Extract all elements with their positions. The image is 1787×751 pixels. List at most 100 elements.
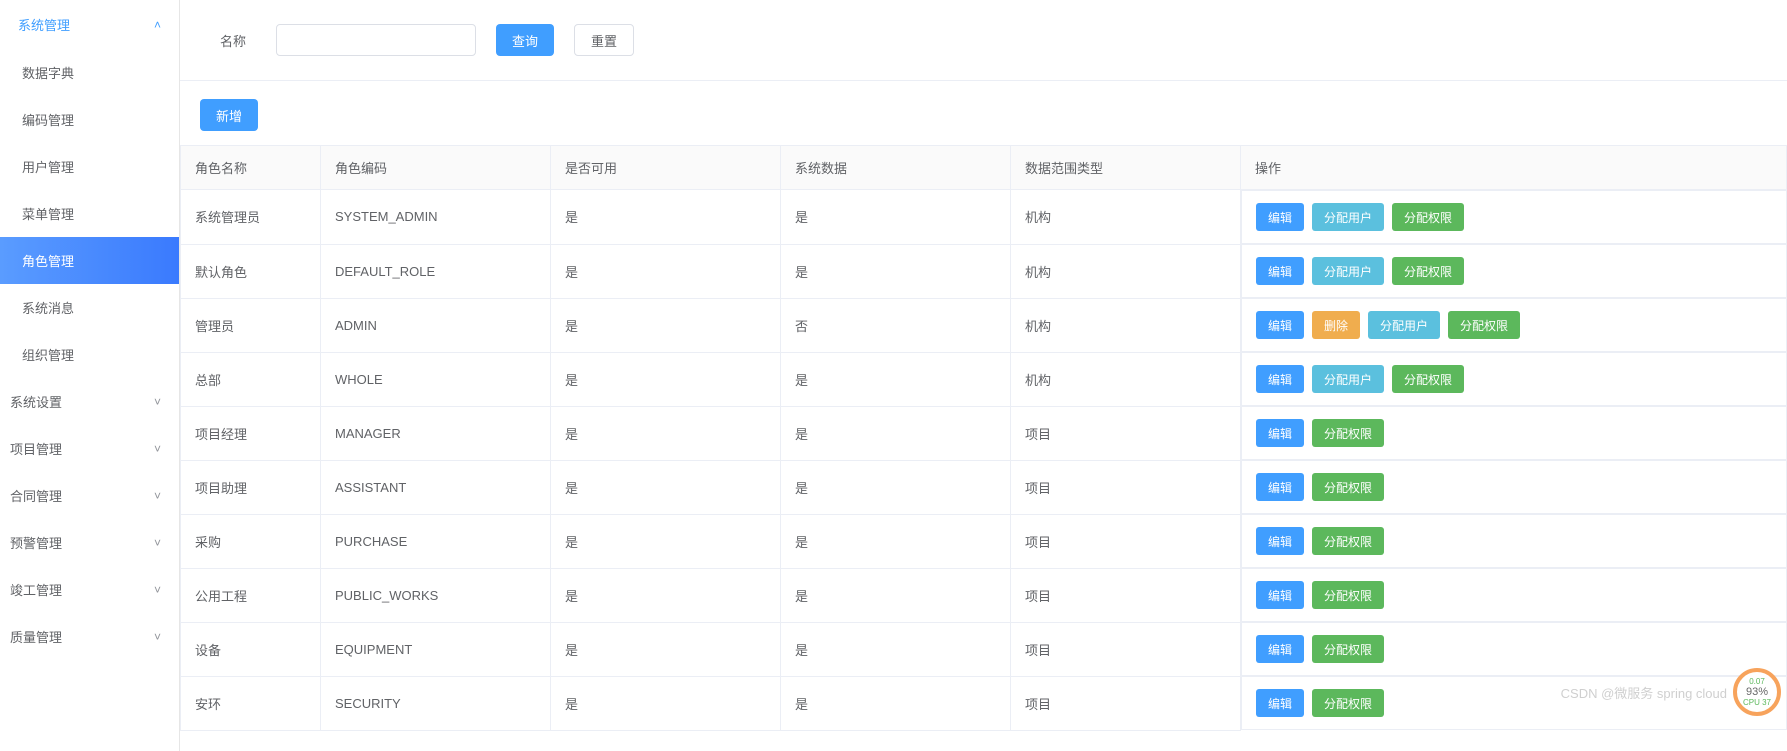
assign_perm-button[interactable]: 分配权限 [1392,365,1464,393]
assign_perm-button[interactable]: 分配权限 [1392,257,1464,285]
th-actions: 操作 [1241,146,1787,190]
add-button[interactable]: 新增 [200,99,258,131]
sidebar-group-label: 竣工管理 [10,580,62,599]
table-header-row: 角色名称 角色编码 是否可用 系统数据 数据范围类型 操作 [181,146,1787,190]
cell-sysdata: 是 [781,460,1011,514]
toolbar: 新增 [180,81,1787,145]
edit-button[interactable]: 编辑 [1256,581,1304,609]
table-row: 系统管理员SYSTEM_ADMIN是是机构编辑分配用户分配权限 [181,190,1787,245]
cell-actions: 编辑删除分配用户分配权限 [1241,298,1787,352]
chevron-down-icon: ˅ [154,536,161,550]
sidebar-group-4[interactable]: 竣工管理 ˅ [0,566,179,613]
cell-scope: 项目 [1011,568,1241,622]
sidebar: 系统管理 ˄ 数据字典编码管理用户管理菜单管理角色管理系统消息组织管理 系统设置… [0,0,180,751]
th-name: 角色名称 [181,146,321,190]
cell-code: ADMIN [321,298,551,352]
th-scope: 数据范围类型 [1011,146,1241,190]
sidebar-group-5[interactable]: 质量管理˅ [0,613,179,660]
cell-code: DEFAULT_ROLE [321,244,551,298]
chevron-down-icon: ˅ [154,395,161,409]
edit-button[interactable]: 编辑 [1256,473,1304,501]
cpu-label: CPU 37 [1743,698,1771,707]
cell-enabled: 是 [551,190,781,245]
search-bar: 名称 查询 重置 [180,0,1787,81]
table-row: 采购PURCHASE是是项目编辑分配权限 [181,514,1787,568]
assign_user-button[interactable]: 分配用户 [1312,257,1384,285]
table-row: 设备EQUIPMENT是是项目编辑分配权限 [181,622,1787,676]
edit-button[interactable]: 编辑 [1256,635,1304,663]
edit-button[interactable]: 编辑 [1256,311,1304,339]
assign_perm-button[interactable]: 分配权限 [1392,203,1464,231]
th-code: 角色编码 [321,146,551,190]
assign_user-button[interactable]: 分配用户 [1312,365,1384,393]
cell-name: 项目助理 [181,460,321,514]
assign_perm-button[interactable]: 分配权限 [1312,473,1384,501]
cell-enabled: 是 [551,406,781,460]
sidebar-item-4[interactable]: 角色管理 [0,237,179,284]
search-input[interactable] [276,24,476,56]
edit-button[interactable]: 编辑 [1256,365,1304,393]
cell-sysdata: 是 [781,406,1011,460]
edit-button[interactable]: 编辑 [1256,257,1304,285]
assign_user-button[interactable]: 分配用户 [1368,311,1440,339]
cell-scope: 项目 [1011,622,1241,676]
cell-sysdata: 否 [781,298,1011,352]
assign_perm-button[interactable]: 分配权限 [1312,419,1384,447]
edit-button[interactable]: 编辑 [1256,419,1304,447]
reset-button[interactable]: 重置 [574,24,634,56]
query-button[interactable]: 查询 [496,24,554,56]
sidebar-item-3[interactable]: 菜单管理 [0,190,179,237]
sidebar-group-3[interactable]: 预警管理˅ [0,519,179,566]
cell-sysdata: 是 [781,568,1011,622]
assign_perm-button[interactable]: 分配权限 [1312,527,1384,555]
sidebar-group-label: 合同管理 [10,486,62,505]
table-row: 公用工程PUBLIC_WORKS是是项目编辑分配权限 [181,568,1787,622]
sidebar-group-label: 项目管理 [10,439,62,458]
sidebar-item-1[interactable]: 编码管理 [0,96,179,143]
cell-name: 采购 [181,514,321,568]
assign_perm-button[interactable]: 分配权限 [1312,689,1384,717]
sidebar-item-6[interactable]: 组织管理 [0,331,179,378]
assign_perm-button[interactable]: 分配权限 [1312,635,1384,663]
cell-code: EQUIPMENT [321,622,551,676]
cell-enabled: 是 [551,622,781,676]
sidebar-group-2[interactable]: 合同管理˅ [0,472,179,519]
cpu-widget: 0.07 93% CPU 37 [1733,668,1781,716]
th-sysdata: 系统数据 [781,146,1011,190]
cell-actions: 编辑分配权限 [1241,622,1787,676]
sidebar-item-2[interactable]: 用户管理 [0,143,179,190]
edit-button[interactable]: 编辑 [1256,689,1304,717]
delete-button[interactable]: 删除 [1312,311,1360,339]
cell-scope: 项目 [1011,460,1241,514]
th-enabled: 是否可用 [551,146,781,190]
assign_perm-button[interactable]: 分配权限 [1312,581,1384,609]
cell-name: 系统管理员 [181,190,321,245]
cell-scope: 机构 [1011,352,1241,406]
cell-sysdata: 是 [781,190,1011,245]
chevron-down-icon: ˅ [154,583,161,597]
cell-enabled: 是 [551,244,781,298]
sidebar-item-5[interactable]: 系统消息 [0,284,179,331]
sidebar-group-0[interactable]: 系统设置˅ [0,378,179,425]
edit-button[interactable]: 编辑 [1256,527,1304,555]
cell-enabled: 是 [551,460,781,514]
table-row: 默认角色DEFAULT_ROLE是是机构编辑分配用户分配权限 [181,244,1787,298]
table-row: 项目经理MANAGER是是项目编辑分配权限 [181,406,1787,460]
cell-enabled: 是 [551,514,781,568]
sidebar-item-0[interactable]: 数据字典 [0,49,179,96]
cell-code: MANAGER [321,406,551,460]
sidebar-group-system[interactable]: 系统管理 ˄ [0,0,179,49]
sidebar-group-1[interactable]: 项目管理˅ [0,425,179,472]
cell-sysdata: 是 [781,622,1011,676]
edit-button[interactable]: 编辑 [1256,203,1304,231]
table-row: 总部WHOLE是是机构编辑分配用户分配权限 [181,352,1787,406]
cell-sysdata: 是 [781,514,1011,568]
assign_user-button[interactable]: 分配用户 [1312,203,1384,231]
cell-actions: 编辑分配用户分配权限 [1241,352,1787,406]
cell-name: 管理员 [181,298,321,352]
sidebar-group-label: 系统管理 [18,15,70,34]
cell-name: 设备 [181,622,321,676]
cell-name: 默认角色 [181,244,321,298]
assign_perm-button[interactable]: 分配权限 [1448,311,1520,339]
cell-code: SYSTEM_ADMIN [321,190,551,245]
